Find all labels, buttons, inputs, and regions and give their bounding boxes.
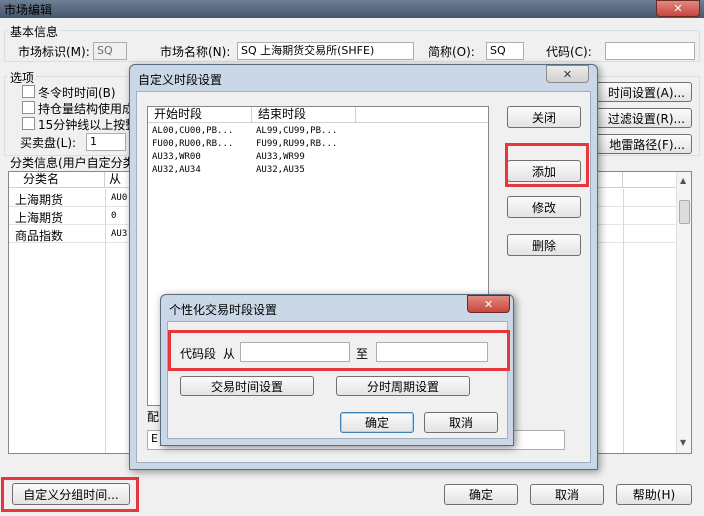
period-cycle-settings-label: 分时周期设置 xyxy=(366,379,439,394)
period-cycle-settings-button[interactable]: 分时周期设置 xyxy=(336,376,470,396)
category-name-cell: 上海期货 xyxy=(15,211,64,225)
main-ok-label: 确定 xyxy=(468,488,493,502)
scroll-up-icon[interactable]: ▲ xyxy=(680,176,686,185)
custom-period-title: 自定义时段设置 xyxy=(138,73,223,87)
category-col-extra2 xyxy=(623,172,677,188)
personal-ok-button[interactable]: 确定 xyxy=(340,412,414,433)
category-from-cell: 0 xyxy=(111,211,117,221)
main-ok-button[interactable]: 确定 xyxy=(444,484,518,505)
personal-time-title: 个性化交易时段设置 xyxy=(169,303,278,317)
buysell-input[interactable]: 1 xyxy=(86,133,126,151)
market-name-label: 市场名称(N): xyxy=(160,45,231,59)
winter-time-label: 冬令时时间(B) xyxy=(38,86,116,100)
config-label: 配 xyxy=(147,410,160,424)
period-start-cell: AL00,CU00,PB... xyxy=(152,126,234,136)
highlight-code-range xyxy=(168,330,510,371)
list-item[interactable]: FU00,RU00,RB... FU99,RU99,RB... xyxy=(148,138,488,151)
list-item[interactable]: AU33,WR00 AU33,WR99 xyxy=(148,151,488,164)
main-cancel-button[interactable]: 取消 xyxy=(530,484,604,505)
highlight-custom-group xyxy=(1,477,139,512)
custom-period-close-button[interactable]: ✕ xyxy=(546,65,589,83)
main-title: 市场编辑 xyxy=(4,3,53,17)
mine-path-label: 地雷路径(F)... xyxy=(609,137,685,152)
market-id-input[interactable]: SQ xyxy=(93,42,127,60)
highlight-add xyxy=(505,143,589,187)
filter-settings-button[interactable]: 过滤设置(R)... xyxy=(596,108,692,128)
period-delete-label: 删除 xyxy=(531,238,556,253)
main-titlebar: 市场编辑 ✕ xyxy=(0,0,704,18)
market-id-label: 市场标识(M): xyxy=(18,45,90,59)
category-col-name[interactable]: 分类名 xyxy=(9,172,105,188)
personal-cancel-button[interactable]: 取消 xyxy=(424,412,498,433)
main-help-label: 帮助(H) xyxy=(632,488,676,502)
filter-settings-label: 过滤设置(R)... xyxy=(607,111,685,126)
personal-time-dialog: 个性化交易时段设置 ✕ 代码段 从 至 交易时间设置 分时周期设置 确定 取消 xyxy=(160,294,514,446)
period-col-extra xyxy=(356,107,488,123)
basic-info-heading: 基本信息 xyxy=(8,23,61,40)
period-start-cell: FU00,RU00,RB... xyxy=(152,139,234,149)
market-name-input[interactable]: SQ 上海期货交易所(SHFE) xyxy=(237,42,414,60)
code-label: 代码(C): xyxy=(546,45,592,59)
period-modify-button[interactable]: 修改 xyxy=(507,196,581,218)
column-divider xyxy=(105,189,106,453)
short-name-input[interactable]: SQ xyxy=(486,42,524,60)
personal-cancel-label: 取消 xyxy=(448,416,473,430)
period-start-cell: AU33,WR00 xyxy=(152,152,201,162)
personal-time-body: 代码段 从 至 交易时间设置 分时周期设置 确定 取消 xyxy=(167,321,510,439)
period-start-cell: AU32,AU34 xyxy=(152,165,201,175)
mine-path-button[interactable]: 地雷路径(F)... xyxy=(596,134,692,154)
short-name-label: 简称(O): xyxy=(428,45,475,59)
personal-time-close-button[interactable]: ✕ xyxy=(467,295,510,313)
category-name-cell: 上海期货 xyxy=(15,193,64,207)
options-heading: 选项 xyxy=(8,69,37,86)
buysell-label: 买卖盘(L): xyxy=(20,136,77,150)
period-col-start[interactable]: 开始时段 xyxy=(148,107,252,123)
position-structure-checkbox[interactable] xyxy=(22,101,35,114)
period-end-cell: AU33,WR99 xyxy=(256,152,305,162)
main-cancel-label: 取消 xyxy=(554,488,579,502)
period-delete-button[interactable]: 删除 xyxy=(507,234,581,256)
close-icon: ✕ xyxy=(483,297,494,311)
winter-time-checkbox[interactable] xyxy=(22,85,35,98)
category-name-cell: 商品指数 xyxy=(15,229,64,243)
code-input[interactable] xyxy=(605,42,695,60)
trade-time-settings-button[interactable]: 交易时间设置 xyxy=(180,376,314,396)
period-end-cell: AU32,AU35 xyxy=(256,165,305,175)
period-close-button[interactable]: 关闭 xyxy=(507,106,581,128)
close-icon: ✕ xyxy=(562,67,573,81)
period-end-cell: FU99,RU99,RB... xyxy=(256,139,338,149)
time-settings-label: 时间设置(A)... xyxy=(607,85,685,100)
period-modify-label: 修改 xyxy=(531,200,556,215)
min15-label: 15分钟线以上按整 xyxy=(38,118,138,132)
close-icon: ✕ xyxy=(673,2,683,15)
period-close-label: 关闭 xyxy=(531,110,556,125)
category-from-cell: AU3 xyxy=(111,229,128,239)
position-structure-label: 持仓量结构使用成 xyxy=(38,102,135,116)
period-col-end[interactable]: 结束时段 xyxy=(252,107,356,123)
time-settings-button[interactable]: 时间设置(A)... xyxy=(596,82,692,102)
category-scrollbar[interactable]: ▲ ▼ xyxy=(676,172,691,453)
scroll-thumb[interactable] xyxy=(679,200,690,224)
period-end-cell: AL99,CU99,PB... xyxy=(256,126,338,136)
main-close-button[interactable]: ✕ xyxy=(656,0,700,17)
list-item[interactable]: AU32,AU34 AU32,AU35 xyxy=(148,164,488,177)
column-divider xyxy=(623,189,624,453)
category-from-cell: AU0 xyxy=(111,193,128,203)
list-item[interactable]: AL00,CU00,PB... AL99,CU99,PB... xyxy=(148,125,488,138)
main-help-button[interactable]: 帮助(H) xyxy=(616,484,692,505)
min15-checkbox[interactable] xyxy=(22,117,35,130)
personal-ok-label: 确定 xyxy=(364,416,389,430)
scroll-down-icon[interactable]: ▼ xyxy=(680,438,686,447)
category-label: 分类信息(用户自定分类 xyxy=(10,156,135,170)
trade-time-settings-label: 交易时间设置 xyxy=(210,379,283,394)
